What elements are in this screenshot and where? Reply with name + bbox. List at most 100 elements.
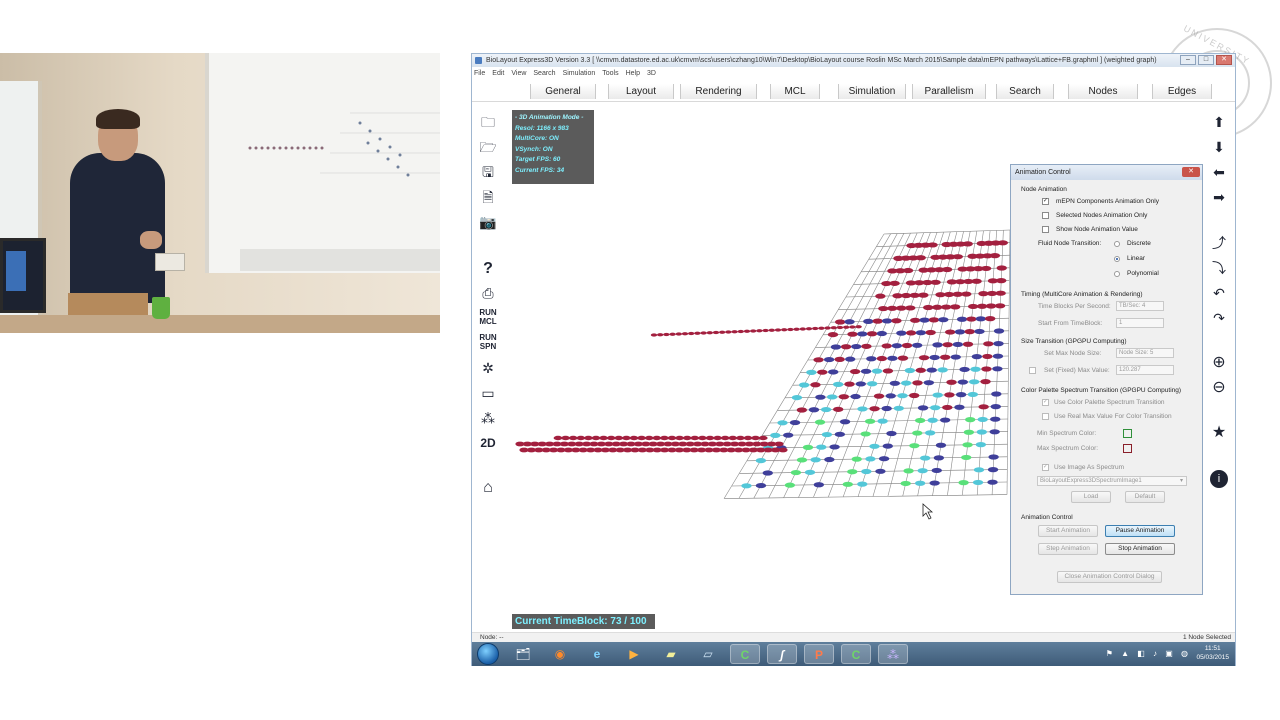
menu-view[interactable]: View <box>511 68 526 79</box>
run-spn-icon[interactable]: RUN SPN <box>477 331 499 353</box>
camtasia-icon[interactable]: C <box>730 644 760 664</box>
graph-node <box>793 327 800 331</box>
graph-node <box>927 417 938 423</box>
camtasia-recorder-icon[interactable]: C <box>841 644 871 664</box>
help-icon[interactable]: ? <box>477 258 499 280</box>
maximize-button[interactable]: □ <box>1198 55 1214 65</box>
arrow-right-icon[interactable]: ➡ <box>1208 186 1230 208</box>
linear-radio[interactable] <box>1114 256 1120 262</box>
console-icon[interactable]: ▭ <box>477 382 499 404</box>
step-animation-button[interactable]: Step Animation <box>1038 543 1098 555</box>
start-animation-button[interactable]: Start Animation <box>1038 525 1098 537</box>
folder-icon[interactable]: 🗁 <box>477 136 499 158</box>
fixed-max-checkbox[interactable] <box>1029 367 1036 374</box>
arrow-left-icon[interactable]: ⬅ <box>1208 161 1230 183</box>
tab-rendering[interactable]: Rendering <box>680 84 757 99</box>
zoom-out-icon[interactable]: ⊖ <box>1208 377 1230 399</box>
tab-mcl[interactable]: MCL <box>770 84 820 99</box>
use-image-checkbox[interactable]: ✓ <box>1042 464 1049 471</box>
open-folder-icon[interactable]: 🗀 <box>477 111 499 133</box>
graph-node <box>954 404 965 410</box>
document-icon[interactable]: 🗎 <box>477 186 499 208</box>
discrete-radio[interactable] <box>1114 241 1120 247</box>
graph-node <box>912 380 923 386</box>
tab-layout[interactable]: Layout <box>608 84 674 99</box>
menu-file[interactable]: File <box>474 68 485 79</box>
network-icon[interactable]: ⁂ <box>477 407 499 429</box>
menu-simulation[interactable]: Simulation <box>563 68 596 79</box>
pause-animation-button[interactable]: Pause Animation <box>1105 525 1175 537</box>
2d-icon[interactable]: 2D <box>477 432 499 454</box>
menu-tools[interactable]: Tools <box>602 68 618 79</box>
dialog-title[interactable]: Animation Control <box>1011 165 1202 180</box>
taskbar-clock[interactable]: 11:51 05/03/2015 <box>1196 644 1229 662</box>
tab-general[interactable]: General <box>530 84 596 99</box>
fixed-max-field[interactable]: 120.287 <box>1116 365 1174 375</box>
menu-search[interactable]: Search <box>533 68 555 79</box>
info-icon-wrap[interactable]: i <box>1208 467 1230 489</box>
polynomial-radio[interactable] <box>1114 271 1120 277</box>
settings-icon[interactable]: ✲ <box>477 357 499 379</box>
tab-simulation[interactable]: Simulation <box>838 84 906 99</box>
window-titlebar[interactable]: BioLayout Express3D Version 3.3 [ \\cmvm… <box>472 54 1235 67</box>
notes-icon[interactable]: ▰ <box>656 644 686 664</box>
graph-node <box>824 456 835 463</box>
camera-icon[interactable]: 📷 <box>477 211 499 233</box>
tablet-icon[interactable]: ▱ <box>693 644 723 664</box>
rotate-right-icon[interactable]: ↷ <box>1208 307 1230 329</box>
close-dialog-button[interactable]: Close Animation Control Dialog <box>1057 571 1162 583</box>
start-button-icon[interactable] <box>477 643 499 665</box>
powerpoint-icon[interactable]: P <box>804 644 834 664</box>
rotate-down-icon[interactable]: ⤵ <box>1208 257 1230 279</box>
print-icon[interactable]: ⎙ <box>477 282 499 304</box>
mepn-only-checkbox[interactable]: ✓ <box>1042 198 1049 205</box>
rotate-up-icon[interactable]: ⤴ <box>1208 232 1230 254</box>
tab-parallelism[interactable]: Parallelism <box>912 84 986 99</box>
ie-icon[interactable]: e <box>582 644 612 664</box>
graph-node <box>758 435 768 441</box>
max-node-size-spinner[interactable]: Node Size: 5 <box>1116 348 1174 358</box>
close-button[interactable]: ✕ <box>1216 55 1232 65</box>
run-mcl-icon[interactable]: RUN MCL <box>477 306 499 328</box>
graph-node <box>847 469 858 475</box>
explorer-icon[interactable]: 🗂 <box>508 644 538 664</box>
time-blocks-spinner[interactable]: TB/Sec: 4 <box>1116 301 1164 311</box>
menu-edit[interactable]: Edit <box>492 68 504 79</box>
graph-node <box>783 432 794 438</box>
max-spectrum-color-swatch[interactable] <box>1123 444 1132 453</box>
minimize-button[interactable]: – <box>1180 55 1196 65</box>
zoom-in-icon[interactable]: ⊕ <box>1208 352 1230 374</box>
show-value-checkbox[interactable] <box>1042 226 1049 233</box>
biolayout-icon[interactable]: ⁂ <box>878 644 908 664</box>
graph-node <box>941 304 952 310</box>
save-icon[interactable]: 🖫 <box>477 161 499 183</box>
home-icon[interactable]: ⌂ <box>477 477 499 499</box>
arrow-down-icon[interactable]: ⬇ <box>1208 136 1230 158</box>
load-button[interactable]: Load <box>1071 491 1111 503</box>
dialog-close-button[interactable]: ✕ <box>1182 167 1200 177</box>
arrow-up-icon[interactable]: ⬆ <box>1208 111 1230 133</box>
rotate-left-icon[interactable]: ↶ <box>1208 282 1230 304</box>
min-spectrum-color-swatch[interactable] <box>1123 429 1132 438</box>
start-from-field[interactable]: 1 <box>1116 318 1164 328</box>
menu-3d[interactable]: 3D <box>647 68 656 79</box>
selected-only-checkbox[interactable] <box>1042 212 1049 219</box>
spectrum-image-select[interactable]: BioLayoutExpress3DSpectrumImage1 ▾ <box>1037 476 1187 486</box>
default-button[interactable]: Default <box>1125 491 1165 503</box>
media-player-icon[interactable]: ▶ <box>619 644 649 664</box>
menu-help[interactable]: Help <box>626 68 640 79</box>
graph-node <box>755 457 767 464</box>
graph-node <box>900 380 912 386</box>
use-real-max-checkbox[interactable] <box>1042 413 1049 420</box>
firefox-icon[interactable]: ◉ <box>545 644 575 664</box>
graph-node <box>992 353 1004 359</box>
tab-nodes[interactable]: Nodes <box>1068 84 1138 99</box>
tab-edges[interactable]: Edges <box>1152 84 1212 99</box>
window-title: BioLayout Express3D Version 3.3 [ \\cmvm… <box>486 57 1157 64</box>
tab-search[interactable]: Search <box>996 84 1054 99</box>
use-color-palette-checkbox[interactable]: ✓ <box>1042 399 1049 406</box>
stop-animation-button[interactable]: Stop Animation <box>1105 543 1175 555</box>
star-icon[interactable]: ★ <box>1208 422 1230 444</box>
java-icon[interactable]: ʃ <box>767 644 797 664</box>
system-tray-icons[interactable]: ⚑ ▲ ◧ ♪ ▣ ◍ <box>1106 649 1191 658</box>
